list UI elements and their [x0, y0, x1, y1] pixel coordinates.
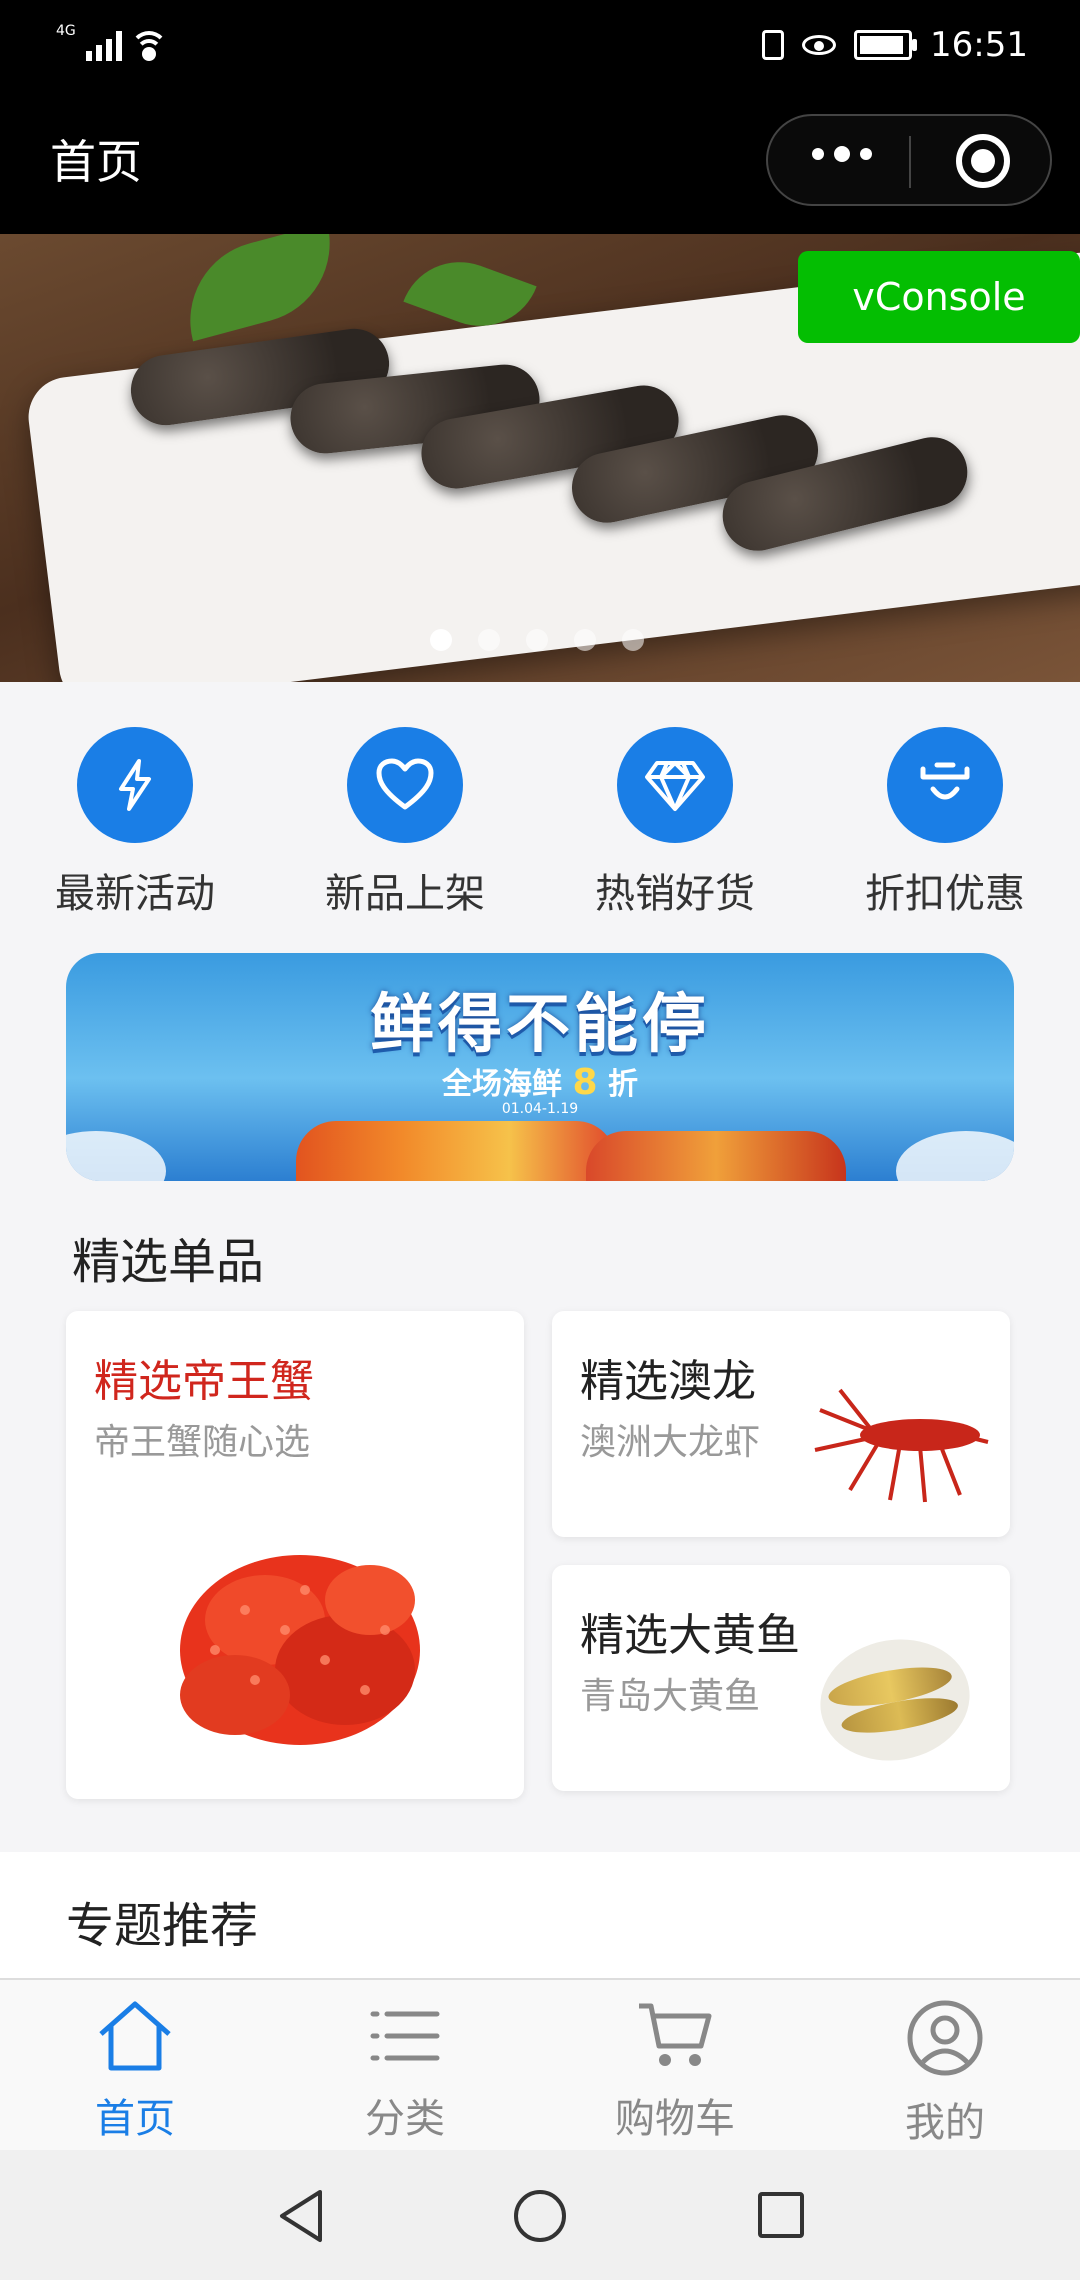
- quick-menu: 最新活动 新品上架 热销好货 折扣优惠: [0, 682, 1080, 932]
- seafood-image: [586, 1131, 846, 1181]
- wave-decoration: [896, 1131, 1014, 1181]
- eye-icon: [802, 35, 837, 55]
- card-title: 精选大黄鱼: [580, 1610, 800, 1661]
- promo-subtitle: 全场海鲜 8 折: [66, 1059, 1014, 1103]
- carousel-dot[interactable]: [430, 629, 452, 651]
- quick-menu-label: 折扣优惠: [865, 871, 1025, 917]
- recents-icon[interactable]: [756, 2190, 806, 2240]
- network-type: 4G: [56, 23, 76, 39]
- capsule-divider: [909, 136, 911, 188]
- lobster-image: [814, 1388, 989, 1503]
- page-title: 首页: [50, 135, 142, 189]
- lightning-icon: [77, 727, 193, 843]
- carousel-dot[interactable]: [574, 629, 596, 651]
- tab-profile[interactable]: 我的: [845, 1998, 1045, 2148]
- more-icon[interactable]: [812, 146, 872, 162]
- promo-date: 01.04-1.19: [501, 1101, 579, 1117]
- heart-icon: [347, 727, 463, 843]
- topics-section: 专题推荐: [0, 1852, 1080, 1978]
- tab-label: 首页: [95, 2096, 175, 2142]
- miniprogram-capsule: [766, 114, 1052, 206]
- status-bar: 4G 16:51: [0, 0, 1080, 90]
- diamond-icon: [617, 727, 733, 843]
- card-subtitle: 青岛大黄鱼: [580, 1676, 761, 1717]
- banner-carousel[interactable]: vConsole: [0, 234, 1080, 682]
- signal-area: 4G: [56, 22, 168, 68]
- card-title: 精选帝王蟹: [94, 1356, 314, 1407]
- clock: 16:51: [930, 25, 1028, 65]
- tab-label: 分类: [365, 2096, 445, 2142]
- carousel-indicator: [430, 629, 644, 651]
- signal-icon: [85, 29, 122, 61]
- tab-home[interactable]: 首页: [35, 1998, 235, 2144]
- cart-icon: [639, 2003, 712, 2066]
- card-subtitle: 帝王蟹随心选: [94, 1422, 311, 1463]
- topics-section-title: 专题推荐: [66, 1898, 259, 1954]
- promo-discount: 8: [572, 1062, 598, 1103]
- vconsole-button[interactable]: vConsole: [798, 251, 1080, 343]
- featured-section-title: 精选单品: [72, 1234, 265, 1290]
- quick-menu-label: 热销好货: [595, 871, 755, 917]
- promo-banner[interactable]: 鲜得不能停 全场海鲜 8 折 01.04-1.19: [66, 953, 1014, 1181]
- quick-menu-activities[interactable]: 最新活动: [20, 727, 250, 919]
- card-title: 精选澳龙: [580, 1356, 756, 1407]
- tab-label: 购物车: [615, 2096, 735, 2142]
- nav-bar: 首页: [0, 90, 1080, 234]
- king-crab-image: [180, 1555, 420, 1745]
- promo-subtitle-prefix: 全场海鲜: [442, 1067, 563, 1102]
- promo-subtitle-suffix: 折: [607, 1067, 638, 1102]
- seafood-image: [296, 1121, 616, 1181]
- wave-decoration: [66, 1131, 166, 1181]
- quick-menu-new[interactable]: 新品上架: [290, 727, 520, 919]
- leaf-decoration: [172, 234, 348, 342]
- status-right: 16:51: [762, 22, 1028, 68]
- smile-icon: [887, 727, 1003, 843]
- vibrate-icon: [762, 30, 785, 60]
- carousel-dot[interactable]: [478, 629, 500, 651]
- card-subtitle: 澳洲大龙虾: [580, 1422, 761, 1463]
- back-icon[interactable]: [276, 2188, 326, 2244]
- close-miniprogram-icon[interactable]: [956, 134, 1010, 188]
- tab-bar: 首页 分类 购物车 我的: [0, 1978, 1080, 2150]
- promo-title: 鲜得不能停: [370, 988, 710, 1062]
- user-icon: [907, 2000, 983, 2076]
- battery-icon: [854, 30, 918, 60]
- carousel-dot[interactable]: [526, 629, 548, 651]
- wifi-icon: [129, 31, 168, 61]
- home-circle-icon[interactable]: [512, 2188, 568, 2244]
- quick-menu-discount[interactable]: 折扣优惠: [830, 727, 1060, 919]
- tab-category[interactable]: 分类: [305, 1998, 505, 2144]
- quick-menu-hot[interactable]: 热销好货: [560, 727, 790, 919]
- home-icon: [99, 2001, 171, 2071]
- quick-menu-label: 新品上架: [325, 871, 485, 917]
- tab-cart[interactable]: 购物车: [575, 1998, 775, 2144]
- system-nav-bar: [0, 2150, 1080, 2280]
- tab-label: 我的: [905, 2100, 985, 2146]
- carousel-dot[interactable]: [622, 629, 644, 651]
- quick-menu-label: 最新活动: [55, 871, 215, 917]
- list-icon: [370, 2011, 440, 2061]
